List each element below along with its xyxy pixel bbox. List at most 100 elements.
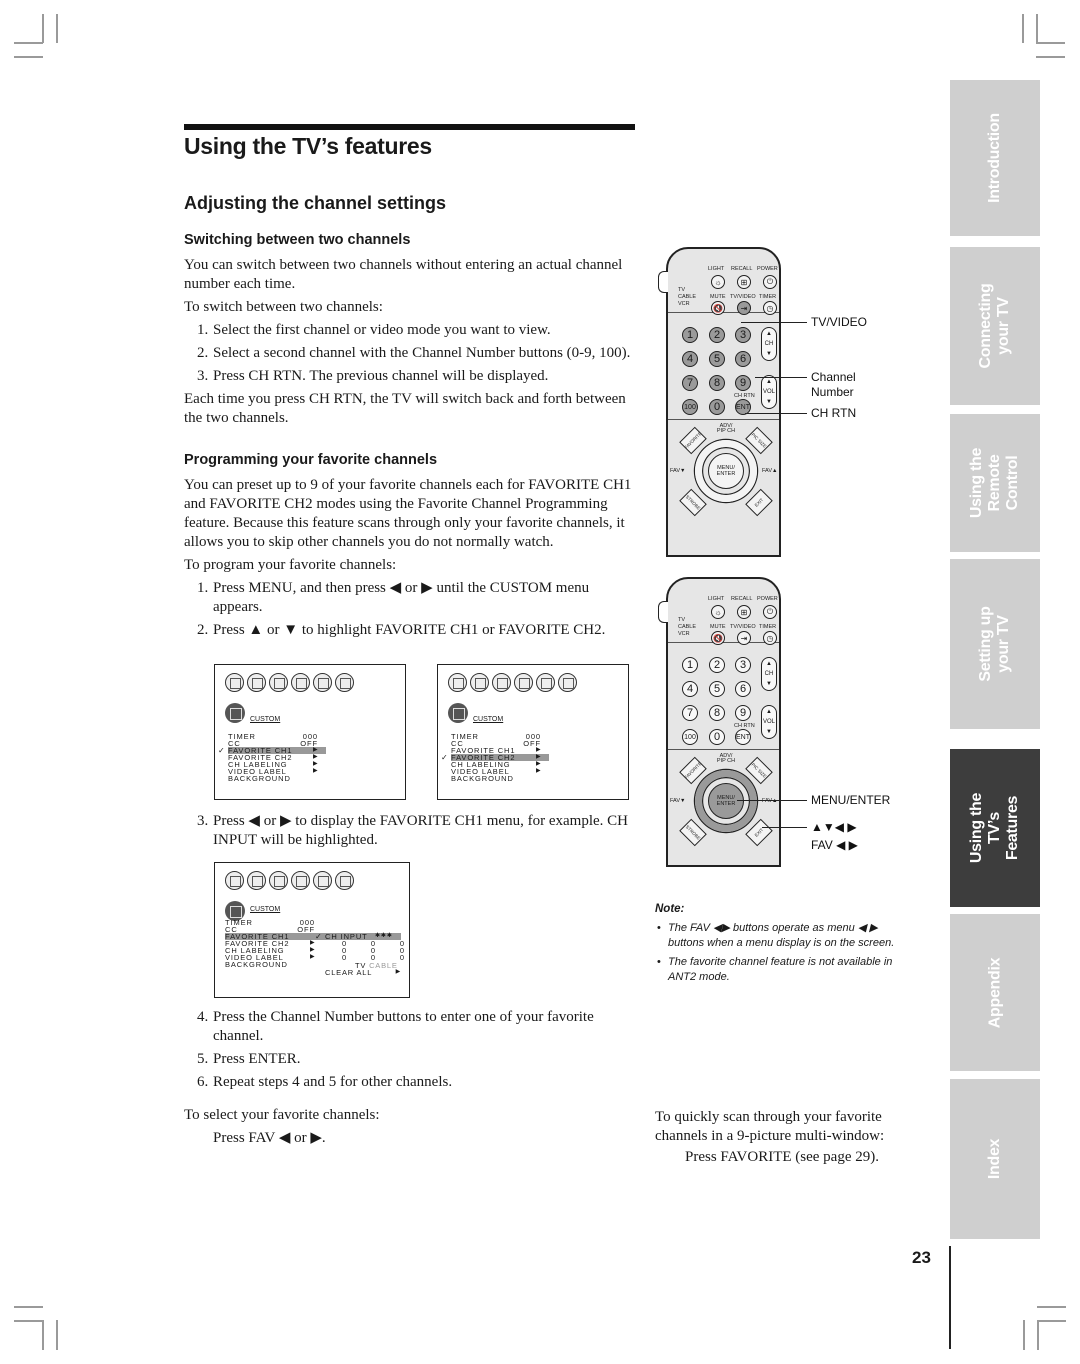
number-6-button[interactable]: 6 [735, 681, 751, 697]
power-button[interactable]: ⏻ [763, 605, 777, 619]
exit-button[interactable]: EXIT [745, 488, 773, 517]
strobe-button[interactable]: STROBE [679, 488, 707, 517]
number-5-button[interactable]: 5 [709, 681, 725, 697]
number-0-button[interactable]: 0 [709, 729, 725, 745]
theater-menu-icon [269, 673, 288, 692]
number-3-button[interactable]: 3 [735, 657, 751, 673]
custom-menu-icon [558, 673, 577, 692]
light-button[interactable]: ☼ [711, 275, 725, 289]
remote-top-section: LIGHT RECALL POWER ☼ ⊞ ⏻ MUTE TV/VIDEO T… [668, 249, 779, 315]
side-tab-tv-features[interactable]: Using the TV’s Features [950, 749, 1040, 907]
number-7-button[interactable]: 7 [682, 705, 698, 721]
tab-label: Using the Remote Control [968, 447, 1021, 519]
number-6-button[interactable]: 6 [735, 351, 751, 367]
side-tab-index[interactable]: Index [950, 1079, 1040, 1239]
mode-switch[interactable] [658, 601, 668, 623]
recall-button[interactable]: ⊞ [737, 275, 751, 289]
menu-enter-button[interactable]: MENU/ ENTER [708, 783, 744, 819]
ch-up-icon: ▲ [766, 661, 772, 667]
right-arrow-icon: ▶ [536, 761, 542, 767]
page-number: 23 [912, 1248, 931, 1267]
menu-rows: TIMER 000 CC OFF ✓ FAVORITE CH1 ▶ FAVORITE C… [218, 733, 404, 783]
number-2-button[interactable]: 2 [709, 657, 725, 673]
power-button[interactable]: ⏻ [763, 275, 777, 289]
crop-mark [1037, 1320, 1066, 1322]
volume-rocker[interactable]: ▲ VOL ▼ [761, 375, 777, 409]
channel-rocker[interactable]: ▲ CH ▼ [761, 657, 777, 691]
channel-slot[interactable]: 0 [371, 954, 375, 962]
exit-button[interactable]: EXIT [745, 818, 773, 847]
select-lead: To select your favorite channels: [184, 1107, 380, 1123]
number-8-button[interactable]: 8 [709, 375, 725, 391]
vol-up-icon: ▲ [766, 709, 772, 715]
clear-all-row[interactable]: CLEAR ALL ▶ [325, 968, 405, 977]
channel-slot[interactable]: 0 [342, 954, 346, 962]
step-item: 2. Select a second channel with the Chann… [184, 344, 636, 363]
step-text: Press the Channel Number buttons to ente… [213, 1009, 594, 1044]
channel-rocker[interactable]: ▲ CH ▼ [761, 327, 777, 361]
recall-button[interactable]: ⊞ [737, 605, 751, 619]
side-tab-introduction[interactable]: Introduction [950, 80, 1040, 236]
custom-menu-screen-2: CUSTOM TIMER 000 CC OFF FAVORITE CH1 ▶ ✓ FAV… [437, 664, 629, 800]
number-1-button[interactable]: 1 [682, 327, 698, 343]
number-pad: 1 2 3 4 5 6 7 8 9 100 0 ENT CH RTN ▲ CH ▼ … [668, 313, 779, 419]
step-item: 3. Press CH RTN. The previous channel wil… [184, 367, 636, 386]
ch-input-label[interactable]: CH INPUT [325, 933, 368, 941]
channel-slot[interactable]: 0 [400, 954, 404, 962]
menu-row-background[interactable]: BACKGROUND [228, 775, 404, 783]
ch-rtn-callout: CH RTN [811, 406, 857, 420]
step-text: Select a second channel with the Channel… [213, 345, 631, 361]
menu-enter-button[interactable]: MENU/ ENTER [708, 453, 744, 489]
audio-menu-icon [247, 673, 266, 692]
switching-intro: You can switch between two channels with… [184, 257, 623, 292]
programming-heading: Programming your favorite channels [184, 452, 438, 468]
number-3-button[interactable]: 3 [735, 327, 751, 343]
header-rule [184, 124, 635, 130]
step-text: Press CH RTN. The previous channel will … [213, 368, 549, 384]
volume-rocker[interactable]: ▲ VOL ▼ [761, 705, 777, 739]
check-cursor-icon: ✓ [218, 746, 226, 755]
number-4-button[interactable]: 4 [682, 351, 698, 367]
adv-pip-label: ADV/ PIP CH [716, 423, 736, 434]
number-9-button[interactable]: 9 [735, 705, 751, 721]
right-arrow-icon: ▶ [395, 969, 401, 975]
tv-video-label: TV/VIDEO [730, 294, 756, 300]
strobe-button[interactable]: STROBE [679, 818, 707, 847]
light-button[interactable]: ☼ [711, 605, 725, 619]
mode-switch[interactable] [658, 271, 668, 293]
number-1-button[interactable]: 1 [682, 657, 698, 673]
setup-menu-icon [536, 673, 555, 692]
number-4-button[interactable]: 4 [682, 681, 698, 697]
number-9-button[interactable]: 9 [735, 375, 751, 391]
side-tab-setting-up[interactable]: Setting up your TV [950, 559, 1040, 729]
step-text: Press ENTER. [213, 1051, 301, 1067]
step-text: Press MENU, and then press ◀ or ▶ until … [213, 580, 590, 615]
number-8-button[interactable]: 8 [709, 705, 725, 721]
setup-menu-icon [313, 673, 332, 692]
side-tab-remote-control[interactable]: Using the Remote Control [950, 414, 1040, 552]
number-0-button[interactable]: 0 [709, 399, 725, 415]
row-value: OFF [523, 739, 541, 748]
tv-video-label: TV/VIDEO [730, 624, 756, 630]
custom-menu-icon [335, 673, 354, 692]
power-label: POWER [757, 596, 778, 602]
number-pad: 1 2 3 4 5 6 7 8 9 100 0 ENT CH RTN ▲ CH ▼ … [668, 643, 779, 749]
number-7-button[interactable]: 7 [682, 375, 698, 391]
step-text: Select the first channel or video mode y… [213, 322, 551, 338]
menu-row-background[interactable]: BACKGROUND [451, 775, 627, 783]
number-100-button[interactable]: 100 [682, 729, 698, 745]
menu-title: CUSTOM [473, 716, 504, 723]
ch-rtn-ent-button[interactable]: ENT [735, 729, 751, 745]
side-tab-appendix[interactable]: Appendix [950, 914, 1040, 1071]
page-number-rule [949, 1246, 951, 1349]
number-5-button[interactable]: 5 [709, 351, 725, 367]
number-100-button[interactable]: 100 [682, 399, 698, 415]
step-number: 2. [197, 622, 209, 638]
switching-lead: To switch between two channels: [184, 299, 383, 315]
menu-rows: TIMER 000 CC OFF FAVORITE CH1 ▶ ✓ FAVORITE C… [441, 733, 627, 783]
number-2-button[interactable]: 2 [709, 327, 725, 343]
select-action: Press FAV ◀ or ▶. [213, 1130, 326, 1146]
crop-mark [56, 14, 58, 43]
crop-mark [14, 42, 43, 44]
side-tab-connecting[interactable]: Connecting your TV [950, 247, 1040, 405]
